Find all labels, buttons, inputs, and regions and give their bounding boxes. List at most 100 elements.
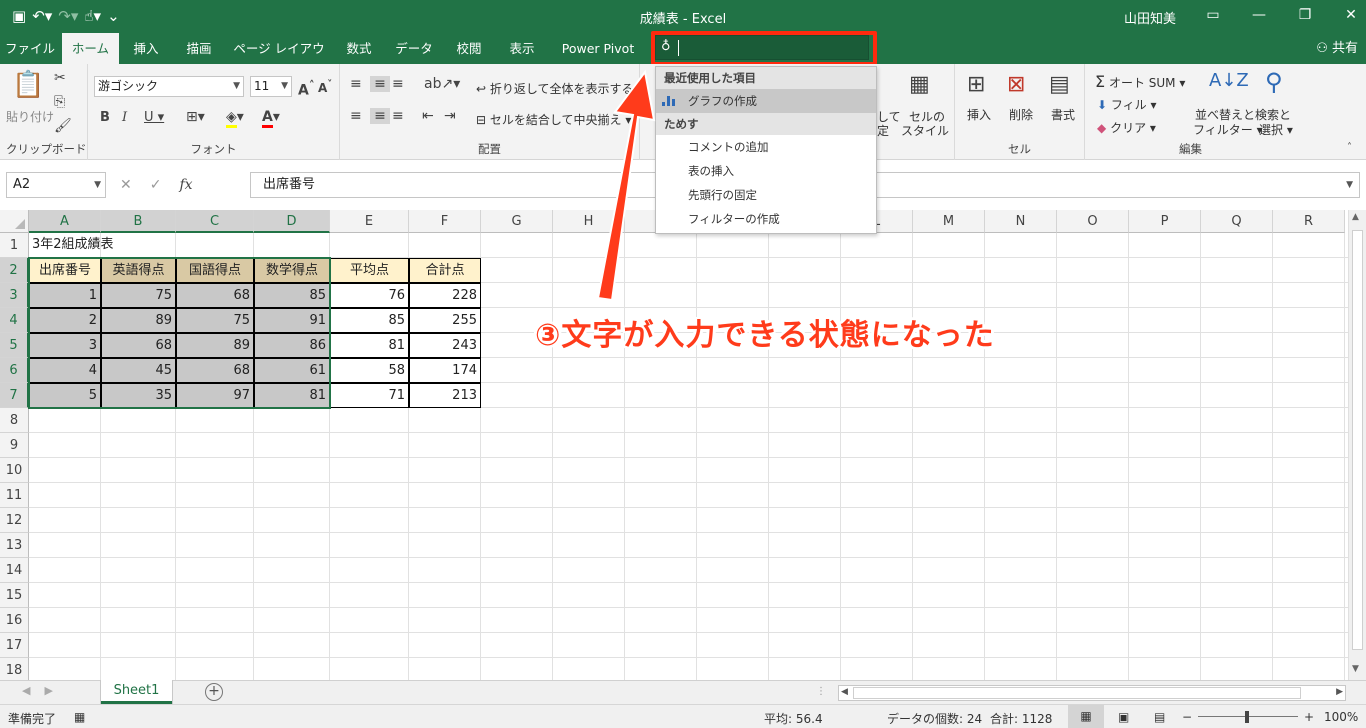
normal-view-icon[interactable]: ▦ xyxy=(1068,705,1104,728)
scroll-up-icon[interactable]: ▲ xyxy=(1352,212,1359,222)
column-header-c[interactable]: C xyxy=(176,210,254,233)
row-header-5[interactable]: 5 xyxy=(0,333,29,358)
align-bottom-icon[interactable]: ≡ xyxy=(392,76,404,92)
row-header-9[interactable]: 9 xyxy=(0,433,29,458)
header-cell-a[interactable]: 出席番号 xyxy=(29,258,101,283)
data-cell-b5[interactable]: 68 xyxy=(101,333,176,358)
data-cell-d5[interactable]: 86 xyxy=(254,333,330,358)
format-painter-icon[interactable]: 🖌 xyxy=(54,118,72,134)
share-button[interactable]: ⚇ 共有 xyxy=(1316,33,1358,64)
tab-page-layout[interactable]: ページ レイアウト xyxy=(232,33,326,87)
header-cell-f[interactable]: 合計点 xyxy=(409,258,481,283)
data-cell-e4[interactable]: 85 xyxy=(330,308,409,333)
row-header-1[interactable]: 1 xyxy=(0,233,29,258)
scroll-left-icon[interactable]: ◀ xyxy=(841,687,848,697)
sort-filter-icon[interactable]: A↓Z xyxy=(1209,70,1249,91)
row-header-16[interactable]: 16 xyxy=(0,608,29,633)
cancel-icon[interactable]: ✕ xyxy=(120,177,132,193)
data-cell-e7[interactable]: 71 xyxy=(330,383,409,408)
close-icon[interactable]: ✕ xyxy=(1328,5,1366,25)
wrap-text-button[interactable]: ↩ 折り返して全体を表示する xyxy=(476,80,634,97)
vertical-scrollbar[interactable]: ▲ ▼ xyxy=(1348,210,1366,680)
tab-formulas[interactable]: 数式 xyxy=(337,33,381,64)
font-color-icon[interactable]: A▾ xyxy=(262,109,280,128)
row-header-10[interactable]: 10 xyxy=(0,458,29,483)
cell-a1-title[interactable]: 3年2組成績表 xyxy=(29,233,229,258)
column-header-e[interactable]: E xyxy=(330,210,409,233)
font-name-select[interactable]: 游ゴシック ▼ xyxy=(94,76,244,97)
data-cell-c4[interactable]: 75 xyxy=(176,308,254,333)
row-header-8[interactable]: 8 xyxy=(0,408,29,433)
cell-styles-label-2[interactable]: スタイル xyxy=(901,122,949,139)
tab-file[interactable]: ファイル xyxy=(0,33,60,64)
data-cell-d3[interactable]: 85 xyxy=(254,283,330,308)
ribbon-display-icon[interactable]: ▭ xyxy=(1190,5,1236,25)
orientation-icon[interactable]: ab↗▾ xyxy=(424,76,460,92)
merge-center-button[interactable]: ⊟ セルを結合して中央揃え ▾ xyxy=(476,111,631,128)
zoom-out-icon[interactable]: − xyxy=(1182,710,1192,724)
try-item-insert-table[interactable]: 表の挿入 xyxy=(656,159,876,183)
column-header-r[interactable]: R xyxy=(1273,210,1345,233)
header-cell-c[interactable]: 国語得点 xyxy=(176,258,254,283)
column-header-q[interactable]: Q xyxy=(1201,210,1273,233)
cell-styles-icon[interactable]: ▦ xyxy=(909,72,930,97)
user-name[interactable]: 山田知美 xyxy=(1124,8,1176,27)
column-header-m[interactable]: M xyxy=(913,210,985,233)
row-header-12[interactable]: 12 xyxy=(0,508,29,533)
data-cell-f7[interactable]: 213 xyxy=(409,383,481,408)
underline-icon[interactable]: U ▾ xyxy=(144,110,164,125)
collapse-ribbon-icon[interactable]: ˄ xyxy=(1347,142,1352,153)
header-cell-b[interactable]: 英語得点 xyxy=(101,258,176,283)
insert-cells-icon[interactable]: ⊞ xyxy=(967,72,985,97)
add-sheet-icon[interactable]: + xyxy=(205,683,223,701)
insert-cells-label[interactable]: 挿入 xyxy=(967,106,991,123)
horizontal-scrollbar[interactable]: ◀ ▶ xyxy=(838,685,1346,701)
data-cell-a6[interactable]: 4 xyxy=(29,358,101,383)
copy-icon[interactable]: ⎘ xyxy=(54,94,65,110)
data-cell-c3[interactable]: 68 xyxy=(176,283,254,308)
align-top-icon[interactable]: ≡ xyxy=(350,76,362,92)
column-header-d[interactable]: D xyxy=(254,210,330,233)
page-break-view-icon[interactable]: ▤ xyxy=(1154,710,1165,724)
tab-review[interactable]: 校閲 xyxy=(447,33,491,64)
tab-view[interactable]: 表示 xyxy=(500,33,544,64)
data-cell-d4[interactable]: 91 xyxy=(254,308,330,333)
data-cell-c5[interactable]: 89 xyxy=(176,333,254,358)
data-cell-b3[interactable]: 75 xyxy=(101,283,176,308)
data-cell-e6[interactable]: 58 xyxy=(330,358,409,383)
expand-formula-icon[interactable]: ▼ xyxy=(1346,173,1353,197)
data-cell-a5[interactable]: 3 xyxy=(29,333,101,358)
recent-item-create-chart[interactable]: グラフの作成 xyxy=(656,89,876,113)
align-left-icon[interactable]: ≡ xyxy=(350,108,362,124)
data-cell-a4[interactable]: 2 xyxy=(29,308,101,333)
row-header-3[interactable]: 3 xyxy=(0,283,29,308)
decrease-font-icon[interactable]: A˅ xyxy=(318,79,332,95)
scroll-thumb[interactable] xyxy=(1352,230,1363,650)
column-header-a[interactable]: A xyxy=(29,210,101,233)
data-cell-f3[interactable]: 228 xyxy=(409,283,481,308)
tab-data[interactable]: データ xyxy=(390,33,438,64)
data-cell-d6[interactable]: 61 xyxy=(254,358,330,383)
find-select-icon[interactable]: ⚲ xyxy=(1265,68,1283,96)
zoom-in-icon[interactable]: + xyxy=(1304,710,1314,724)
select-all-button[interactable] xyxy=(0,210,29,233)
data-cell-f5[interactable]: 243 xyxy=(409,333,481,358)
data-cell-f4[interactable]: 255 xyxy=(409,308,481,333)
sort-filter-label-2[interactable]: フィルター ▾ xyxy=(1193,121,1263,138)
decrease-indent-icon[interactable]: ⇤ xyxy=(422,108,434,124)
column-header-b[interactable]: B xyxy=(101,210,176,233)
format-cells-label[interactable]: 書式 xyxy=(1051,106,1075,123)
column-header-g[interactable]: G xyxy=(481,210,553,233)
row-header-17[interactable]: 17 xyxy=(0,633,29,658)
increase-indent-icon[interactable]: ⇥ xyxy=(444,108,456,124)
increase-font-icon[interactable]: A˄ xyxy=(298,78,315,99)
data-cell-b7[interactable]: 35 xyxy=(101,383,176,408)
autosum-button[interactable]: Σ オート SUM ▾ xyxy=(1095,72,1185,91)
tab-home[interactable]: ホーム xyxy=(62,33,119,64)
column-header-f[interactable]: F xyxy=(409,210,481,233)
hscroll-thumb[interactable] xyxy=(853,687,1301,699)
column-header-p[interactable]: P xyxy=(1129,210,1201,233)
column-header-n[interactable]: N xyxy=(985,210,1057,233)
paste-icon[interactable]: 📋 xyxy=(12,70,44,100)
italic-icon[interactable]: I xyxy=(122,110,127,125)
